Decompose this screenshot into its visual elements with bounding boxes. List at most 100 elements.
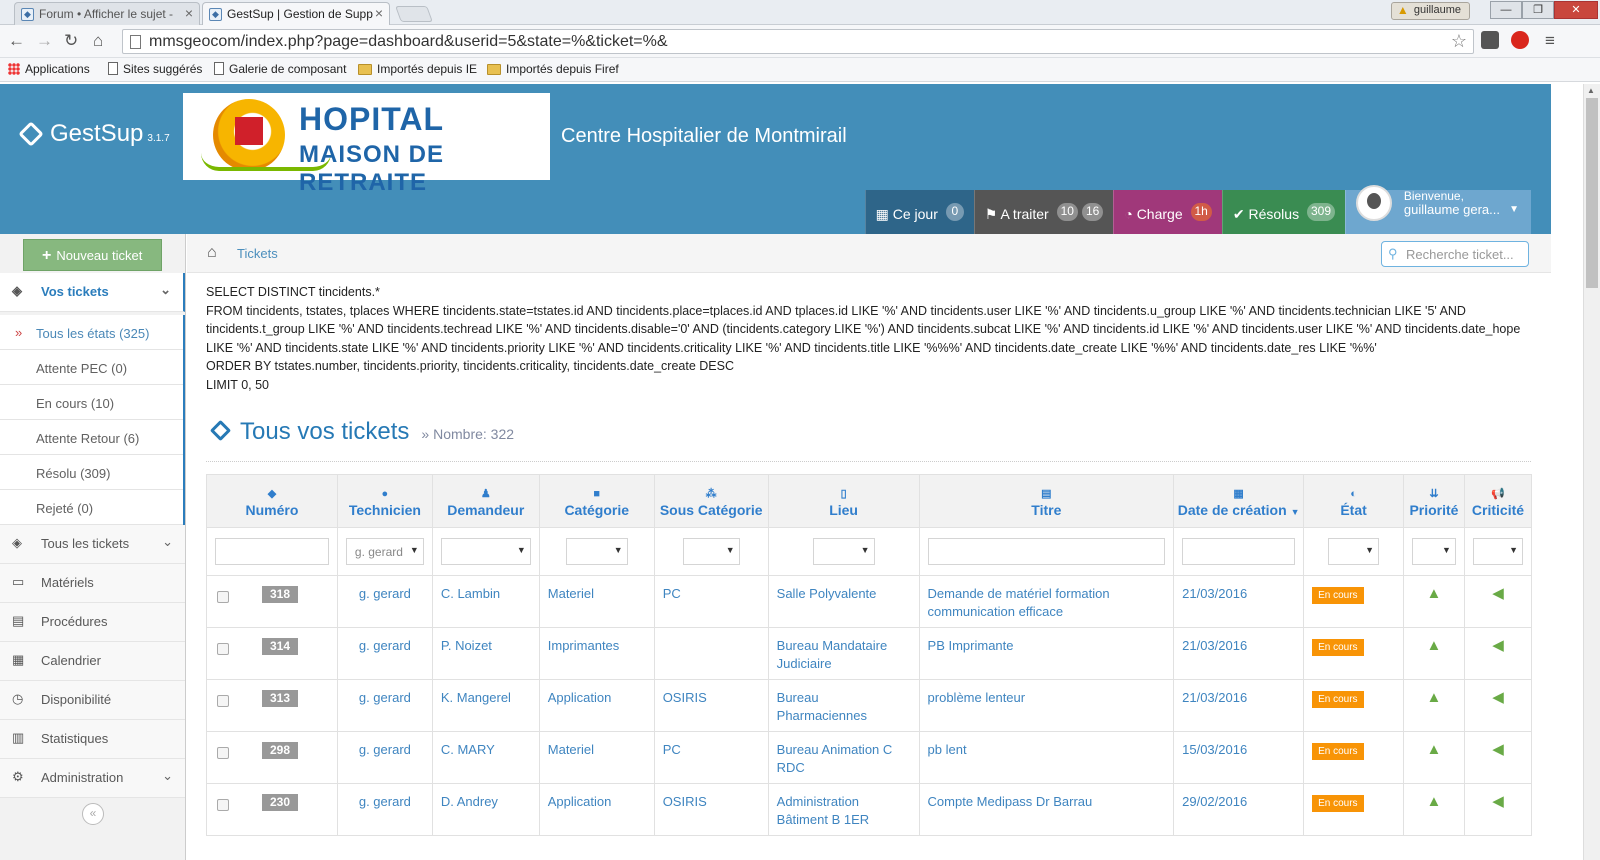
ticket-number[interactable]: 318	[262, 586, 299, 603]
sidebar-item-all-tickets[interactable]: ◈ Tous les tickets ⌄	[0, 525, 185, 564]
table-row[interactable]: 318 g. gerard C. Lambin Materiel PC Sall…	[206, 575, 1533, 628]
bookmark-folder-firefox[interactable]: Importés depuis Firef	[487, 62, 619, 76]
table-row[interactable]: 313 g. gerard K. Mangerel Application OS…	[206, 679, 1533, 732]
sidebar-item-my-tickets[interactable]: ◈ Vos tickets ⌄	[0, 273, 185, 312]
col-subcategory[interactable]: ⁂ Sous Catégorie	[653, 474, 769, 528]
close-tab-icon[interactable]: ×	[185, 5, 193, 21]
title-link[interactable]: PB Imprimante	[928, 638, 1014, 653]
subcategory-link[interactable]: PC	[663, 586, 681, 601]
new-ticket-button[interactable]: + Nouveau ticket	[23, 239, 162, 271]
table-row[interactable]: 314 g. gerard P. Noizet Imprimantes Bure…	[206, 627, 1533, 680]
close-tab-icon[interactable]: ×	[375, 5, 383, 21]
category-link[interactable]: Materiel	[548, 742, 594, 757]
adblock-icon[interactable]	[1511, 31, 1529, 49]
filter-date-input[interactable]	[1182, 538, 1296, 565]
technician-link[interactable]: g. gerard	[359, 794, 411, 809]
bookmark-apps[interactable]: Applications	[8, 62, 90, 76]
today-button[interactable]: ▦ Ce jour 0	[864, 190, 974, 234]
subcategory-link[interactable]: OSIRIS	[663, 690, 707, 705]
resolved-button[interactable]: ✔ Résolus 309	[1221, 190, 1345, 234]
ticket-number[interactable]: 314	[262, 638, 299, 655]
state-waiting-return[interactable]: Attente Retour (6)	[0, 420, 183, 455]
sidebar-item-equipment[interactable]: ▭ Matériels	[0, 564, 185, 603]
subcategory-link[interactable]: PC	[663, 742, 681, 757]
col-date[interactable]: ▦ Date de création ▼	[1173, 474, 1305, 528]
extension-puzzle-icon[interactable]	[1481, 31, 1499, 49]
col-criticality[interactable]: 📢 Criticité	[1463, 474, 1533, 528]
ticket-number[interactable]: 230	[262, 794, 299, 811]
requester-link[interactable]: K. Mangerel	[441, 690, 511, 705]
home-icon[interactable]: ⌂	[207, 244, 217, 262]
state-in-progress[interactable]: En cours (10)	[0, 385, 183, 420]
col-requester[interactable]: ♟ Demandeur	[431, 474, 540, 528]
state-all[interactable]: Tous les états (325)	[0, 315, 183, 350]
search-input[interactable]: ⚲ Recherche ticket...	[1381, 241, 1529, 267]
bookmark-folder-ie[interactable]: Importés depuis IE	[358, 62, 477, 76]
title-link[interactable]: problème lenteur	[928, 690, 1026, 705]
browser-tab-forum[interactable]: ◆ Forum • Afficher le sujet - ×	[14, 2, 200, 25]
sidebar-item-statistics[interactable]: ▥ Statistiques	[0, 720, 185, 759]
filter-state-select[interactable]: ▼	[1328, 538, 1379, 565]
filter-category-select[interactable]: ▼	[565, 538, 628, 565]
col-category[interactable]: ■ Catégorie	[538, 474, 655, 528]
place-link[interactable]: Salle Polyvalente	[777, 586, 877, 601]
col-technician[interactable]: ● Technicien	[336, 474, 433, 528]
technician-link[interactable]: g. gerard	[359, 586, 411, 601]
date-link[interactable]: 29/02/2016	[1182, 794, 1247, 809]
date-link[interactable]: 21/03/2016	[1182, 690, 1247, 705]
requester-link[interactable]: D. Andrey	[441, 794, 498, 809]
bookmark-star-icon[interactable]: ☆	[1451, 31, 1467, 52]
filter-priority-select[interactable]: ▼	[1411, 538, 1456, 565]
title-link[interactable]: Compte Medipass Dr Barrau	[928, 794, 1093, 809]
title-link[interactable]: Demande de matériel formation communicat…	[928, 586, 1110, 619]
subcategory-link[interactable]: OSIRIS	[663, 794, 707, 809]
breadcrumb-tickets[interactable]: Tickets	[237, 246, 278, 261]
browser-tab-gestsup[interactable]: ◆ GestSup | Gestion de Supp ×	[202, 2, 390, 25]
window-user-badge[interactable]: ▲ guillaume	[1390, 2, 1470, 20]
filter-criticality-select[interactable]: ▼	[1472, 538, 1523, 565]
technician-link[interactable]: g. gerard	[359, 638, 411, 653]
requester-link[interactable]: P. Noizet	[441, 638, 492, 653]
sidebar-item-calendar[interactable]: ▦ Calendrier	[0, 642, 185, 681]
sidebar-item-availability[interactable]: ◷ Disponibilité	[0, 681, 185, 720]
col-title[interactable]: ▤ Titre	[918, 474, 1175, 528]
state-rejected[interactable]: Rejeté (0)	[0, 490, 183, 525]
date-link[interactable]: 15/03/2016	[1182, 742, 1247, 757]
row-checkbox[interactable]	[217, 695, 229, 707]
sidebar-item-administration[interactable]: ⚙ Administration ⌄	[0, 759, 185, 798]
bookmark-gallery[interactable]: Galerie de composant	[214, 62, 346, 76]
page-scrollbar[interactable]: ▲	[1583, 84, 1600, 860]
filter-subcategory-select[interactable]: ▼	[682, 538, 740, 565]
scrollbar-thumb[interactable]	[1586, 98, 1598, 288]
col-number[interactable]: ◆ Numéro	[206, 474, 338, 528]
category-link[interactable]: Application	[548, 690, 612, 705]
reload-icon[interactable]: ↻	[64, 31, 78, 51]
todo-button[interactable]: ⚑ A traiter 10 16	[973, 190, 1114, 234]
maximize-button[interactable]: ❐	[1522, 1, 1554, 19]
new-tab-button[interactable]	[395, 6, 433, 22]
category-link[interactable]: Imprimantes	[548, 638, 620, 653]
bookmark-suggested[interactable]: Sites suggérés	[108, 62, 202, 76]
title-link[interactable]: pb lent	[928, 742, 967, 757]
place-link[interactable]: Bureau Pharmaciennes	[777, 690, 867, 723]
category-link[interactable]: Materiel	[548, 586, 594, 601]
charge-button[interactable]: ◔ Charge 1h	[1113, 190, 1222, 234]
scroll-up-icon[interactable]: ▲	[1587, 86, 1595, 95]
place-link[interactable]: Bureau Mandataire Judiciaire	[777, 638, 888, 671]
ticket-number[interactable]: 298	[262, 742, 299, 759]
table-row[interactable]: 298 g. gerard C. MARY Materiel PC Bureau…	[206, 731, 1533, 784]
forward-icon[interactable]: →	[36, 31, 53, 51]
sidebar-item-procedures[interactable]: ▤ Procédures	[0, 603, 185, 642]
filter-number-input[interactable]	[215, 538, 329, 565]
row-checkbox[interactable]	[217, 643, 229, 655]
table-row[interactable]: 230 g. gerard D. Andrey Application OSIR…	[206, 783, 1533, 836]
ticket-number[interactable]: 313	[262, 690, 299, 707]
requester-link[interactable]: C. MARY	[441, 742, 495, 757]
requester-link[interactable]: C. Lambin	[441, 586, 500, 601]
col-priority[interactable]: ⇊ Priorité	[1402, 474, 1465, 528]
app-logo[interactable]: GestSup 3.1.7	[18, 120, 170, 148]
close-window-button[interactable]: ✕	[1554, 1, 1598, 19]
col-state[interactable]: ◐ État	[1303, 474, 1404, 528]
minimize-button[interactable]: —	[1490, 1, 1522, 19]
col-place[interactable]: ▯ Lieu	[767, 474, 920, 528]
